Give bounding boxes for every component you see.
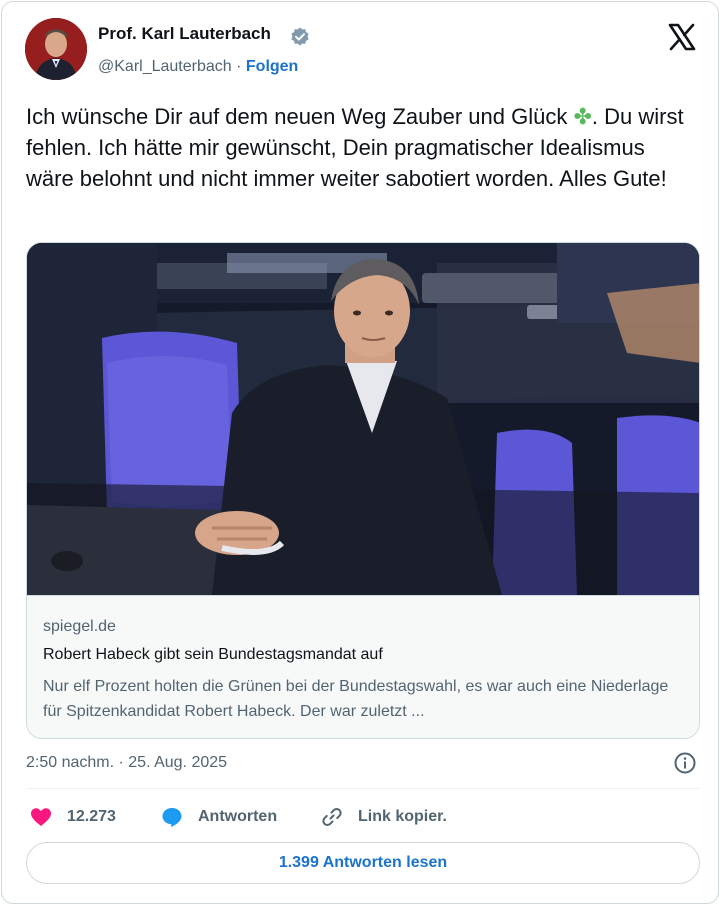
link-title[interactable]: Robert Habeck gibt sein Bundestagsmandat…	[43, 646, 383, 664]
author-name[interactable]: Prof. Karl Lauterbach	[98, 24, 271, 44]
info-icon[interactable]	[673, 751, 697, 775]
like-count: 12.273	[67, 808, 116, 825]
article-photo[interactable]	[27, 243, 700, 595]
link-domain: spiegel.de	[43, 618, 116, 635]
author-handle-line: @Karl_Lauterbach · Folgen	[98, 58, 298, 76]
author-avatar[interactable]	[25, 18, 87, 80]
reply-button[interactable]: Antworten	[160, 802, 277, 832]
x-logo-icon[interactable]	[667, 22, 697, 52]
link-preview-card[interactable]: spiegel.de Robert Habeck gibt sein Bunde…	[26, 242, 700, 739]
copy-link-label: Link kopier.	[358, 808, 447, 825]
copy-link-button[interactable]: Link kopier.	[320, 802, 447, 832]
link-icon	[322, 808, 342, 826]
tweet-text: Ich wünsche Dir auf dem neuen Weg Zauber…	[26, 101, 696, 194]
read-replies-button[interactable]: 1.399 Antworten lesen	[26, 842, 700, 884]
heart-icon	[31, 808, 51, 826]
reply-bubble-icon	[162, 808, 182, 827]
tweet-embed-card: Prof. Karl Lauterbach @Karl_Lauterbach ·…	[1, 1, 719, 904]
clover-emoji: ✤	[573, 104, 592, 129]
tweet-text-part1: Ich wünsche Dir auf dem neuen Weg Zauber…	[26, 104, 574, 129]
follow-button[interactable]: Folgen	[246, 58, 298, 75]
tweet-timestamp[interactable]: 2:50 nachm. · 25. Aug. 2025	[26, 754, 227, 772]
divider	[26, 788, 700, 789]
handle-separator: ·	[236, 58, 242, 75]
verified-badge-icon	[291, 27, 309, 46]
reply-label: Antworten	[198, 808, 278, 825]
author-handle[interactable]: @Karl_Lauterbach	[98, 58, 232, 75]
like-button[interactable]: 12.273	[29, 802, 116, 832]
link-preview-meta: spiegel.de Robert Habeck gibt sein Bunde…	[27, 595, 699, 738]
link-description: Nur elf Prozent holten die Grünen bei de…	[43, 678, 669, 720]
